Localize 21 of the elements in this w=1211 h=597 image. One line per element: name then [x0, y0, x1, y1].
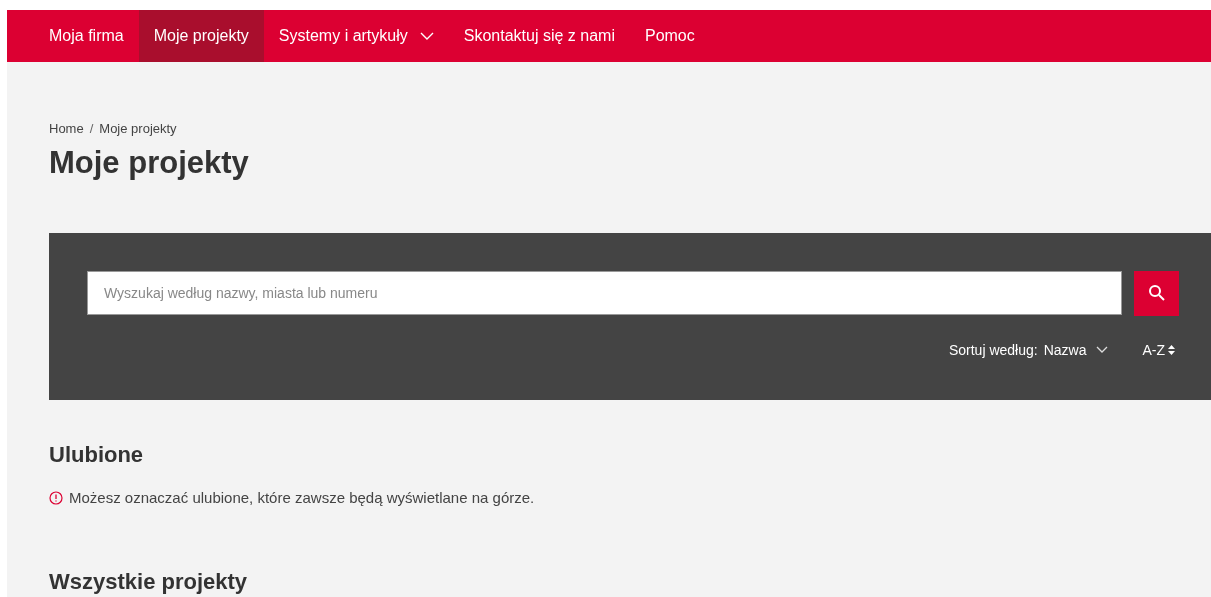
- section-heading: Wszystkie projekty: [49, 568, 249, 596]
- info-text: Możesz oznaczać ulubione, które zawsze będą wyświetlane na górze.: [69, 487, 535, 508]
- search-field[interactable]: Wyszukaj według nazwy, miasta lub numeru: [87, 270, 1122, 315]
- nav-tab[interactable]: Moje projekty: [138, 10, 264, 62]
- nav-tab[interactable]: Pomoc: [629, 10, 710, 62]
- breadcrumb-separator: /: [89, 120, 94, 138]
- info-icon: [49, 490, 63, 505]
- breadcrumb-link[interactable]: Home: [49, 119, 84, 139]
- sort-label: Sortuj według:: [948, 340, 1038, 360]
- nav-tab[interactable]: Skontaktuj się z nami: [448, 10, 630, 62]
- nav-tab[interactable]: Systemy i artykuły: [263, 10, 449, 62]
- section-heading: Ulubione: [49, 440, 145, 469]
- search-icon: [1147, 284, 1166, 302]
- sort-order-button[interactable]: A-Z: [1142, 339, 1175, 361]
- search-button[interactable]: [1134, 270, 1179, 316]
- nav-tab[interactable]: Moja firma: [34, 10, 139, 62]
- sort-arrows-icon: [1168, 345, 1175, 355]
- chevron-down-icon: [1096, 346, 1109, 354]
- page-title: Moje projekty: [49, 143, 250, 182]
- sort-dropdown[interactable]: Nazwa: [1043, 339, 1109, 361]
- breadcrumb-link[interactable]: Moje projekty: [99, 119, 177, 139]
